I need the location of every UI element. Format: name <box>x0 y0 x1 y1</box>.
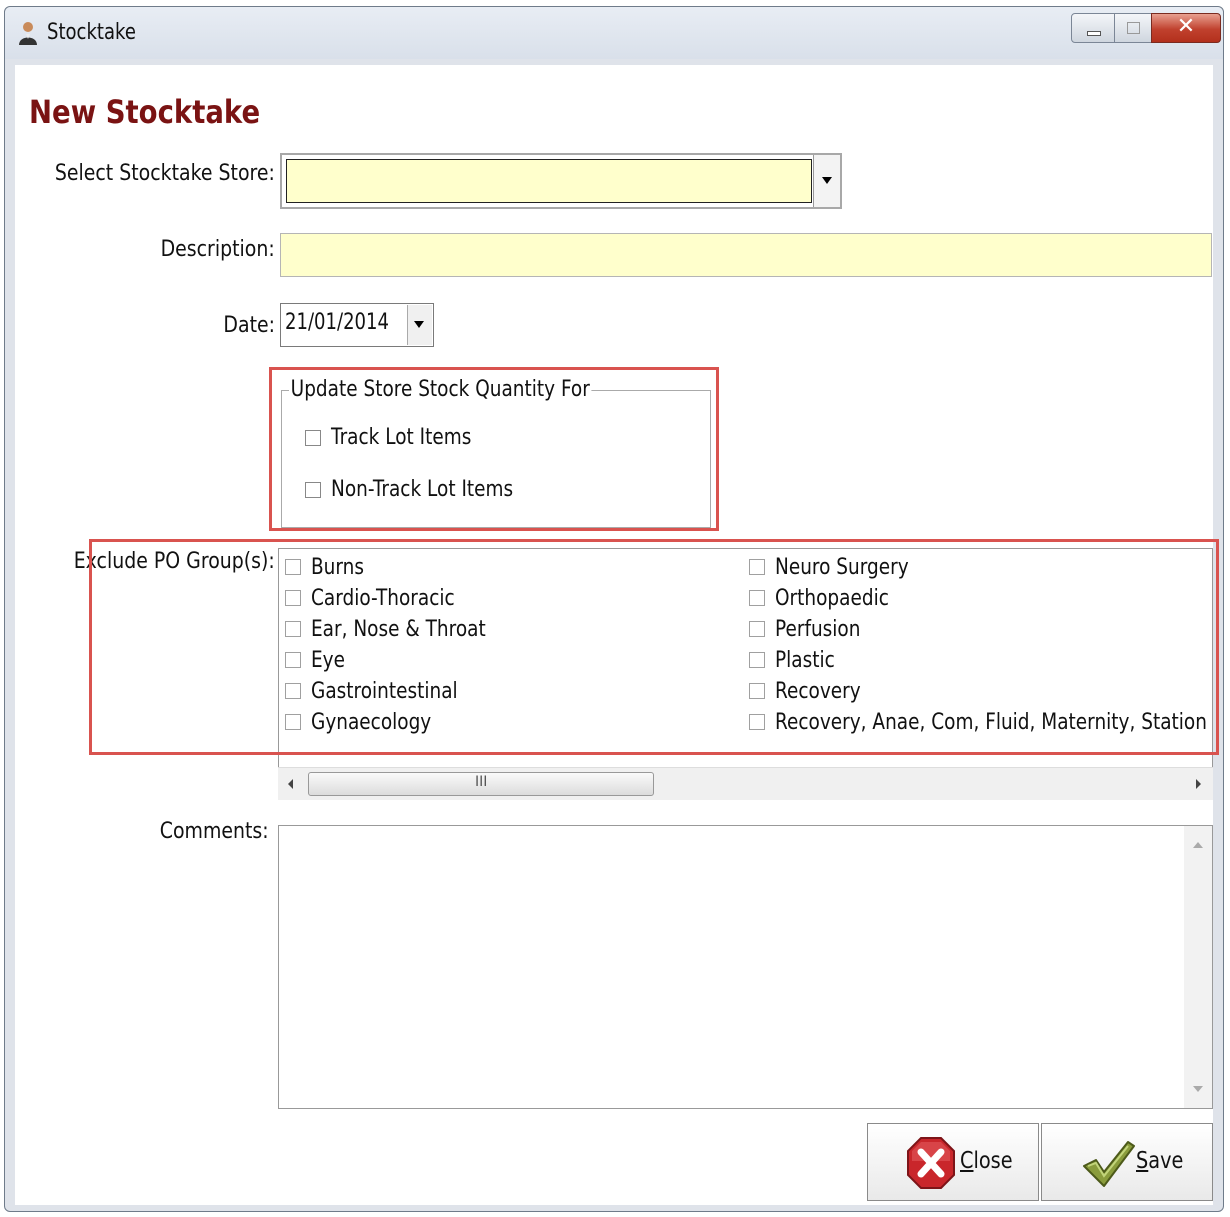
scroll-down-icon[interactable] <box>1193 1086 1203 1092</box>
date-picker[interactable]: 21/01/2014 <box>280 303 434 347</box>
scroll-up-icon[interactable] <box>1193 842 1203 848</box>
scroll-thumb[interactable]: III <box>308 772 654 796</box>
comments-label: Comments: <box>160 819 269 844</box>
chevron-down-icon <box>822 177 832 184</box>
scroll-right-icon[interactable] <box>1196 779 1201 789</box>
stocktake-window: Stocktake ✕ New Stocktake Select Stockta… <box>4 6 1224 1212</box>
minimize-button[interactable] <box>1071 13 1115 43</box>
track-lot-checkbox[interactable] <box>305 430 321 446</box>
store-dropdown-button[interactable] <box>813 155 840 207</box>
close-icon <box>907 1137 955 1189</box>
non-track-lot-checkbox[interactable] <box>305 482 321 498</box>
description-label: Description: <box>160 237 275 262</box>
maximize-button[interactable] <box>1114 13 1152 43</box>
grip-icon: III <box>475 774 488 790</box>
store-select-field[interactable] <box>286 159 812 203</box>
update-stock-groupbox <box>281 390 711 528</box>
minimize-icon <box>1087 31 1101 36</box>
check-icon <box>1083 1141 1135 1187</box>
track-lot-label[interactable]: Track Lot Items <box>331 425 471 450</box>
update-stock-title: Update Store Stock Quantity For <box>289 377 592 402</box>
non-track-lot-label[interactable]: Non-Track Lot Items <box>331 477 513 502</box>
form-body: New Stocktake Select Stocktake Store: De… <box>15 65 1219 1205</box>
date-value[interactable]: 21/01/2014 <box>285 310 389 335</box>
vertical-scrollbar[interactable] <box>1184 826 1212 1108</box>
window-close-button[interactable]: ✕ <box>1151 13 1221 43</box>
description-field[interactable] <box>280 233 1212 277</box>
date-label: Date: <box>223 313 275 338</box>
close-button[interactable]: Close <box>867 1123 1039 1201</box>
highlight-box-exclude <box>89 539 1219 755</box>
date-dropdown-button[interactable] <box>407 305 432 345</box>
close-button-label: Close <box>960 1148 1013 1174</box>
store-label: Select Stocktake Store: <box>54 161 275 186</box>
save-button-label: Save <box>1136 1148 1184 1174</box>
save-button[interactable]: Save <box>1041 1123 1213 1201</box>
chevron-down-icon <box>414 321 424 328</box>
app-person-icon <box>19 22 37 45</box>
window-title: Stocktake <box>47 20 136 45</box>
comments-textarea[interactable] <box>278 825 1213 1109</box>
close-x-icon: ✕ <box>1176 14 1196 39</box>
title-bar[interactable]: Stocktake ✕ <box>5 7 1223 59</box>
maximize-icon <box>1127 22 1140 34</box>
horizontal-scrollbar[interactable]: III <box>278 767 1213 800</box>
store-select[interactable] <box>280 153 842 209</box>
scroll-left-icon[interactable] <box>288 779 293 789</box>
page-title: New Stocktake <box>29 93 261 131</box>
